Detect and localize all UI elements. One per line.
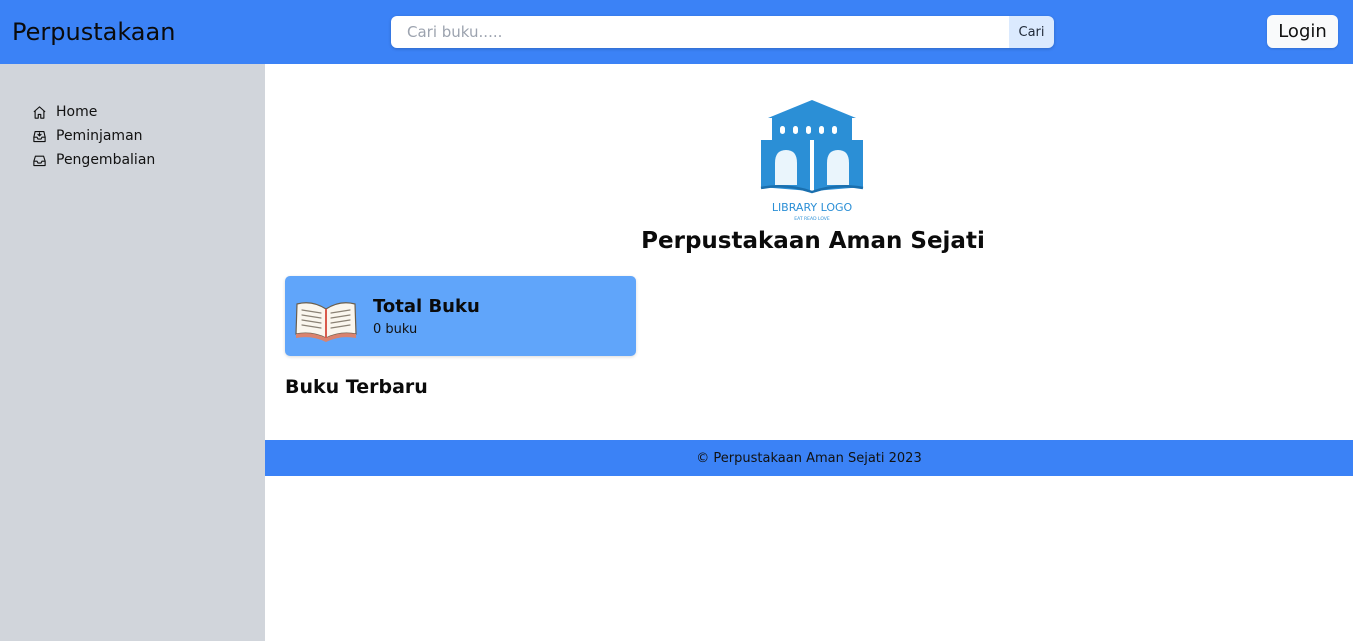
main-content: LIBRARY LOGO EAT READ LOVE Perpustakaan … [265, 64, 1353, 641]
logo-text: LIBRARY LOGO [772, 201, 853, 214]
sidebar-item-label: Home [56, 104, 98, 120]
inbox-download-icon [33, 130, 46, 142]
sidebar-item-home[interactable]: Home [32, 100, 155, 124]
total-books-card: Total Buku 0 buku [285, 276, 636, 356]
sidebar-item-label: Peminjaman [56, 128, 143, 144]
search-input[interactable] [391, 16, 1009, 48]
page-title: Perpustakaan Aman Sejati [641, 228, 985, 254]
sidebar-nav: Home Peminjaman Pengembalian [32, 100, 155, 172]
library-logo: LIBRARY LOGO EAT READ LOVE [760, 100, 864, 222]
login-button[interactable]: Login [1267, 15, 1338, 48]
open-book-icon [295, 302, 357, 342]
logo-tagline: EAT READ LOVE [794, 216, 830, 222]
latest-books-heading: Buku Terbaru [285, 376, 428, 398]
stat-title: Total Buku [373, 296, 480, 317]
sidebar-item-pengembalian[interactable]: Pengembalian [32, 148, 155, 172]
stat-value: 0 buku [373, 322, 418, 337]
footer-text: © Perpustakaan Aman Sejati 2023 [696, 450, 922, 466]
search-button[interactable]: Cari [1009, 16, 1054, 48]
brand-title[interactable]: Perpustakaan [12, 16, 175, 48]
sidebar-item-label: Pengembalian [56, 152, 156, 168]
home-icon [33, 105, 46, 119]
top-navbar: Perpustakaan Cari Login [0, 0, 1353, 64]
footer: © Perpustakaan Aman Sejati 2023 [265, 440, 1353, 476]
inbox-icon [33, 155, 46, 166]
search-bar: Cari [391, 16, 1054, 48]
sidebar-item-peminjaman[interactable]: Peminjaman [32, 124, 155, 148]
sidebar: Home Peminjaman Pengembalian [0, 64, 265, 641]
